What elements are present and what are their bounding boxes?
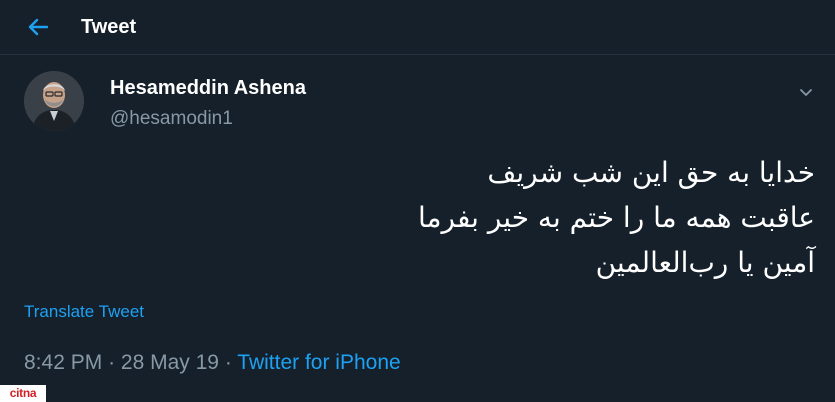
tweet-text-line: آمین یا رب‌العالمین [595,246,815,279]
tweet-metadata: 8:42 PM · 28 May 19 · Twitter for iPhone [24,351,401,375]
watermark-logo: citna [0,385,46,402]
top-bar: Tweet [0,0,835,55]
avatar[interactable] [24,71,84,131]
chevron-down-icon [800,88,812,96]
tweet-source-link[interactable]: Twitter for iPhone [237,351,400,374]
meta-separator: · [108,351,116,374]
tweet-detail: Hesameddin Ashena @hesamodin1 خدایا به ح… [0,55,835,402]
tweet-date: 28 May 19 [120,351,219,374]
tweet-text-line: خدایا به حق این شب شریف [487,156,815,189]
tweet-text: خدایا به حق این شب شریف عاقبت همه ما را … [115,150,815,285]
avatar-photo [24,71,84,131]
tweet-text-line: عاقبت همه ما را ختم به خیر بفرما [417,201,815,234]
author-name[interactable]: Hesameddin Ashena [110,77,306,100]
arrow-left-icon [28,18,48,36]
author-handle[interactable]: @hesamodin1 [110,108,233,130]
tweet-time: 8:42 PM [24,351,103,374]
page-title: Tweet [81,15,137,38]
translate-tweet-link[interactable]: Translate Tweet [24,302,144,322]
back-button[interactable] [27,16,49,38]
meta-separator: · [224,351,232,374]
tweet-menu-button[interactable] [797,83,815,101]
